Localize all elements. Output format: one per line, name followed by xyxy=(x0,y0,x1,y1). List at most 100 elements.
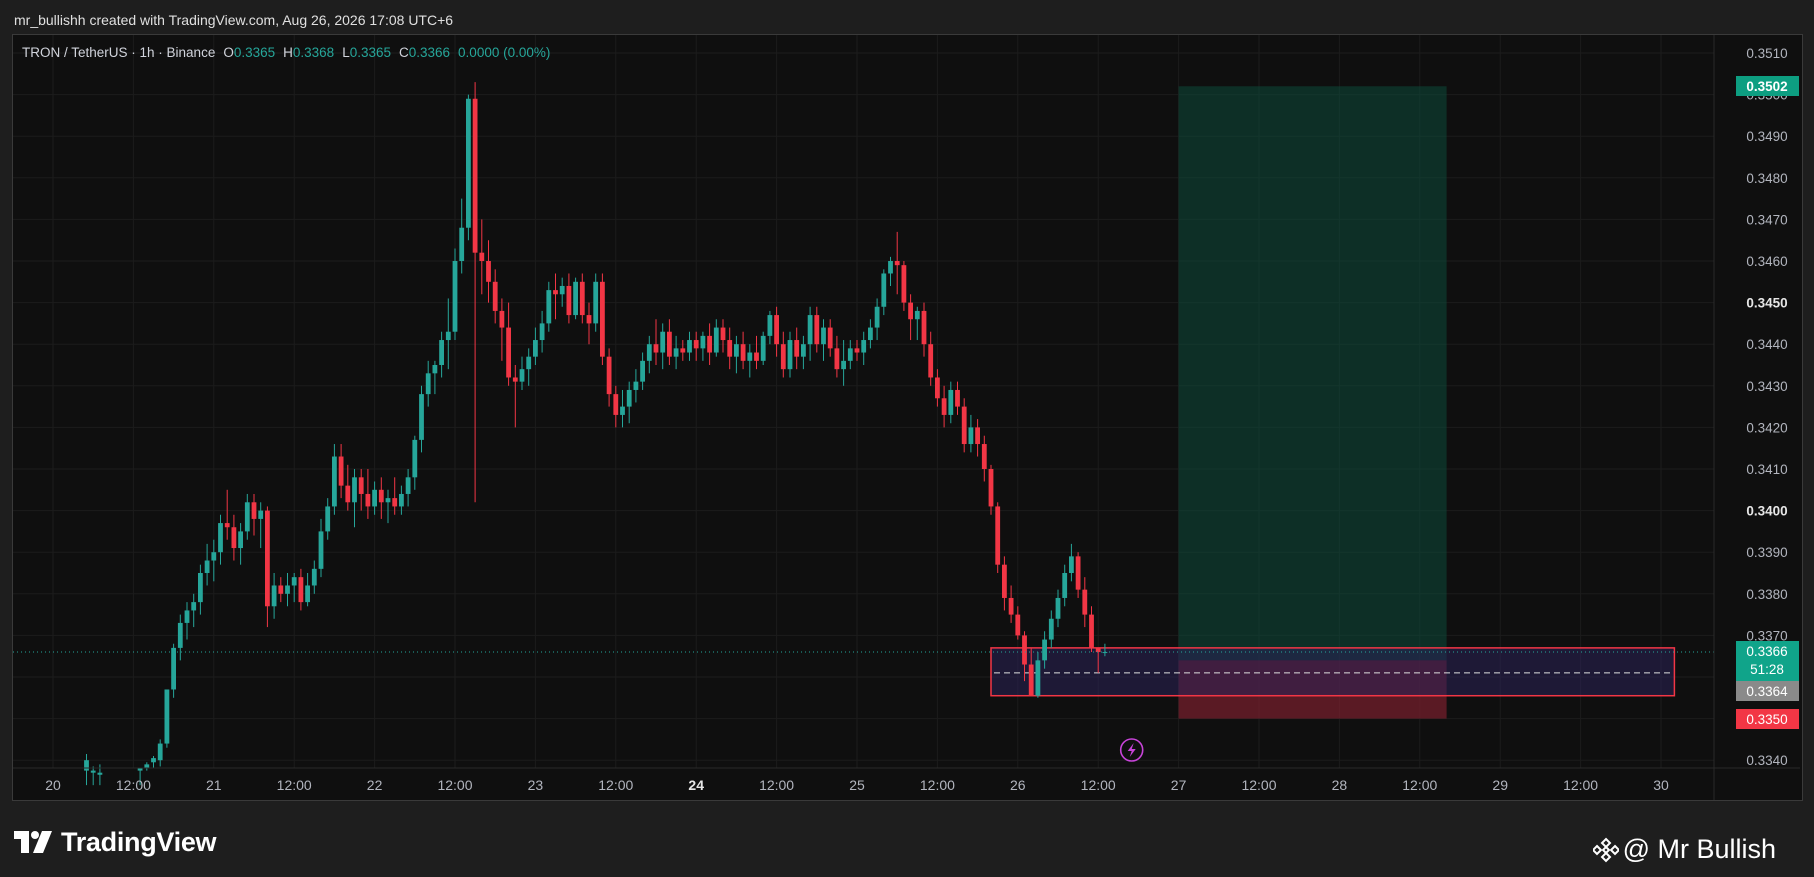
candle-body xyxy=(1008,597,1014,615)
candle-down xyxy=(606,348,612,407)
target-zone[interactable] xyxy=(1178,86,1447,661)
candle-body xyxy=(700,335,706,349)
candle-body xyxy=(901,265,907,303)
candle-body xyxy=(372,489,377,507)
open-label: O xyxy=(223,45,234,60)
symbol-title[interactable]: TRON / TetherUS · 1h · Binance xyxy=(22,45,215,60)
candle-body xyxy=(653,344,659,353)
countdown-tag: 51:28 xyxy=(1750,662,1784,677)
candle-body xyxy=(660,331,666,353)
tradingview-logo[interactable]: TradingView xyxy=(14,826,217,858)
candle-body xyxy=(693,340,699,349)
watermark-text: @ Mr Bullish xyxy=(1622,834,1776,864)
candle-up xyxy=(841,340,846,386)
candle-up xyxy=(352,469,357,528)
candle-up xyxy=(318,518,324,578)
candle-up xyxy=(204,543,210,586)
candle-body xyxy=(472,98,478,253)
candle-down xyxy=(553,273,558,320)
x-tick-label: 30 xyxy=(1653,777,1669,793)
candle-up xyxy=(419,385,424,453)
chart-canvas[interactable]: 0.35100.35000.34900.34800.34700.34600.34… xyxy=(0,0,1814,877)
candle-up xyxy=(425,360,431,407)
candle-body xyxy=(888,261,893,274)
candle-down xyxy=(600,273,605,365)
candle-body xyxy=(787,340,793,370)
candle-down xyxy=(941,385,947,428)
y-tick-label: 0.3410 xyxy=(1746,462,1787,477)
candle-body xyxy=(345,485,351,503)
candle-down xyxy=(834,335,840,378)
x-tick-label: 12:00 xyxy=(437,777,472,793)
candle-up xyxy=(687,331,692,361)
entry-zone-box[interactable] xyxy=(990,647,1676,697)
candle-up xyxy=(533,327,538,365)
candle-body xyxy=(754,352,759,361)
last-price-tag: 0.3366 xyxy=(1746,644,1787,659)
close-value: 0.3366 xyxy=(408,45,451,60)
candle-down xyxy=(499,298,505,361)
candle-down xyxy=(265,506,270,628)
candle-body xyxy=(566,285,572,316)
y-tick-label: 0.3400 xyxy=(1746,504,1787,519)
candle-down xyxy=(1008,585,1014,623)
candle-body xyxy=(177,622,183,648)
candle-body xyxy=(606,356,612,395)
candle-down xyxy=(653,319,659,365)
x-tick-label: 12:00 xyxy=(1563,777,1598,793)
candle-up xyxy=(385,489,391,524)
x-tick-label: 27 xyxy=(1171,777,1187,793)
candle-down xyxy=(854,340,860,361)
candle-body xyxy=(1095,647,1101,653)
candle-down xyxy=(901,261,907,311)
candle-up xyxy=(526,348,532,386)
x-tick-label: 23 xyxy=(528,777,544,793)
y-tick-label: 0.3380 xyxy=(1746,587,1787,602)
candle-down xyxy=(727,327,733,370)
candle-body xyxy=(332,456,337,507)
candle-body xyxy=(767,315,773,336)
candle-up xyxy=(760,331,766,365)
candle-body xyxy=(740,344,746,361)
close-label: C xyxy=(399,45,409,60)
candle-up xyxy=(291,573,297,603)
candle-body xyxy=(1089,614,1094,648)
candle-body xyxy=(667,331,672,357)
symbol-legend: TRON / TetherUS · 1h · Binance O0.3365 H0.… xyxy=(22,45,550,60)
candle-down xyxy=(740,331,746,370)
candle-body xyxy=(553,290,558,295)
candle-up xyxy=(519,356,525,390)
candle-down xyxy=(1015,606,1021,640)
candle-down xyxy=(512,365,518,428)
candle-body xyxy=(1082,589,1088,615)
candle-up xyxy=(1048,610,1054,648)
candle-down xyxy=(921,302,927,357)
candle-body xyxy=(271,585,277,607)
candle-body xyxy=(1035,660,1041,696)
candle-down xyxy=(754,335,759,370)
candle-body xyxy=(579,281,585,316)
candle-body xyxy=(861,340,867,353)
candle-up xyxy=(787,331,793,378)
candle-down xyxy=(680,340,686,361)
candle-body xyxy=(747,352,753,361)
candle-down xyxy=(338,444,344,499)
candle-body xyxy=(640,360,645,382)
x-tick-label: 25 xyxy=(849,777,865,793)
x-tick-label: 21 xyxy=(206,777,222,793)
candle-up xyxy=(546,281,552,332)
event-marker-icon[interactable] xyxy=(1119,738,1144,762)
candle-down xyxy=(814,306,820,353)
candle-up xyxy=(874,298,880,341)
candle-up xyxy=(1062,564,1068,607)
candle-up xyxy=(244,493,250,540)
candle-down xyxy=(345,464,351,511)
candle-up xyxy=(626,381,632,424)
candle-body xyxy=(291,577,297,586)
candle-up xyxy=(305,573,310,607)
y-tick-label: 0.3490 xyxy=(1746,129,1787,144)
candle-body xyxy=(1022,635,1027,665)
change-value: 0.0000 (0.00%) xyxy=(458,45,551,60)
candle-body xyxy=(801,344,806,357)
candle-body xyxy=(325,506,331,532)
